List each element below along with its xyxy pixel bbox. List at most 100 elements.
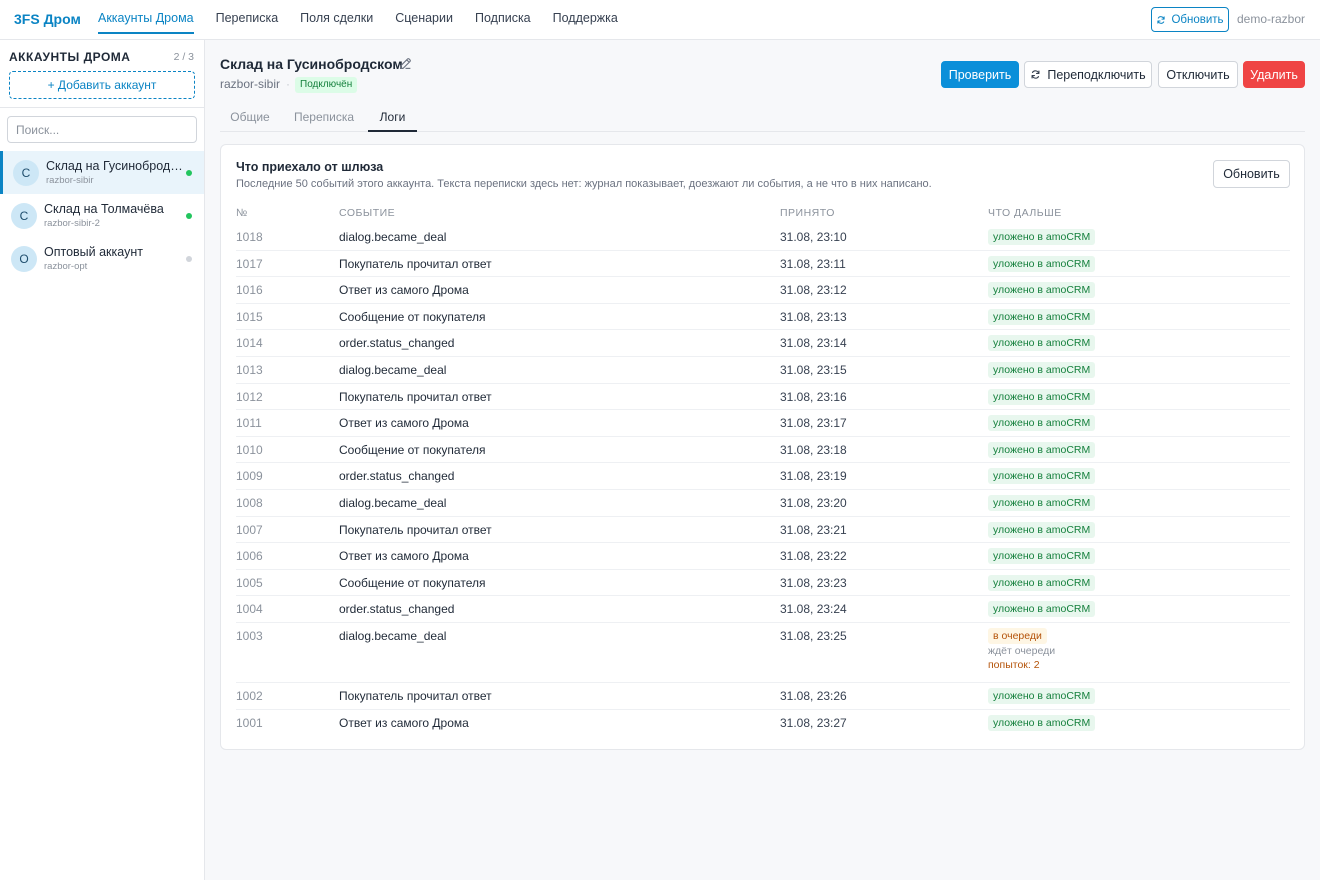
logs-table-header: № Событие Принято Что дальше [236, 207, 1290, 223]
event-id: 1005 [236, 575, 263, 590]
event-name: order.status_changed [339, 602, 455, 617]
table-row: 1012 Покупатель прочитал ответ 31.08, 23:1… [236, 384, 1290, 411]
nav-support[interactable]: Поддержка [553, 0, 618, 40]
event-next-step: уложено в amoCRM [988, 281, 1096, 299]
top-nav: Аккаунты Дрома Переписка Поля сделки Сце… [98, 0, 640, 40]
reconnect-button[interactable]: Переподключить [1024, 61, 1152, 88]
tab-general[interactable]: Общие [220, 104, 280, 132]
check-button[interactable]: Проверить [941, 61, 1019, 88]
event-time: 31.08, 23:12 [780, 283, 847, 298]
status-badge: уложено в amoCRM [988, 601, 1096, 618]
event-next-step: уложено в amoCRM [988, 308, 1096, 325]
event-time: 31.08, 23:19 [780, 469, 847, 484]
status-badge: уложено в amoCRM [988, 574, 1096, 591]
event-id: 1012 [236, 389, 263, 404]
event-time: 31.08, 23:24 [780, 602, 847, 617]
account-name: Склад на Толмачёва [44, 202, 164, 216]
event-id: 1010 [236, 442, 263, 457]
connection-status-badge: Подключён [295, 77, 358, 93]
account-item[interactable]: С Склад на Гусинобродском razbor-sibir [0, 151, 204, 194]
table-row: 1015 Сообщение от покупателя 31.08, 23:13 у… [236, 304, 1290, 331]
event-time: 31.08, 23:22 [780, 549, 847, 564]
avatar: С [13, 160, 39, 186]
status-badge: в очереди [988, 627, 1047, 644]
event-id: 1014 [236, 336, 263, 351]
top-refresh-button[interactable]: Обновить [1151, 7, 1229, 32]
table-row: 1010 Сообщение от покупателя 31.08, 23:18 у… [236, 437, 1290, 464]
status-badge: уложено в amoCRM [988, 494, 1096, 511]
event-name: Покупатель прочитал ответ [339, 389, 492, 404]
nav-subscription[interactable]: Подписка [475, 0, 531, 40]
event-name: order.status_changed [339, 336, 455, 351]
event-name: Ответ из самого Дрома [339, 283, 469, 298]
table-row: 1008 dialog.became_deal 31.08, 23:20 уложен… [236, 490, 1290, 517]
event-id: 1009 [236, 469, 263, 484]
account-item[interactable]: О Оптовый аккаунт razbor-opt [0, 237, 204, 280]
logs-subtitle: Последние 50 событий этого аккаунта. Тек… [236, 178, 932, 190]
table-row: 1009 order.status_changed 31.08, 23:19 улож… [236, 463, 1290, 490]
status-badge: уложено в amoCRM [988, 308, 1096, 325]
account-search-input[interactable] [7, 116, 197, 143]
retry-count: попыток: 2 [988, 658, 1040, 671]
event-time: 31.08, 23:10 [780, 230, 847, 244]
accounts-list: С Склад на Гусинобродском razbor-sibir С… [0, 151, 204, 280]
event-next-step: уложено в amoCRM [988, 334, 1096, 352]
edit-icon[interactable] [399, 57, 412, 70]
event-time: 31.08, 23:16 [780, 389, 847, 404]
event-time: 31.08, 23:20 [780, 495, 847, 510]
header-separator: · [286, 77, 290, 91]
tab-chats[interactable]: Переписка [288, 104, 360, 132]
column-header-event: Событие [339, 207, 396, 219]
event-name: dialog.became_deal [339, 362, 447, 377]
account-login: razbor-sibir [46, 175, 94, 186]
status-badge: уложено в amoCRM [988, 468, 1096, 485]
event-time: 31.08, 23:18 [780, 442, 847, 457]
event-id: 1002 [236, 688, 263, 703]
event-id: 1001 [236, 715, 263, 730]
table-row: 1018 dialog.became_deal 31.08, 23:10 уложен… [236, 224, 1290, 251]
event-next-step: уложено в amoCRM [988, 494, 1096, 511]
event-time: 31.08, 23:13 [780, 309, 847, 324]
status-badge: уложено в amoCRM [988, 282, 1096, 299]
status-badge: уложено в amoCRM [988, 388, 1096, 405]
nav-scenarios[interactable]: Сценарии [395, 0, 453, 40]
accounts-sidebar: АККАУНТЫ ДРОМА 2 / 3 + Добавить аккаунт … [0, 40, 205, 880]
event-name: Ответ из самого Дрома [339, 549, 469, 564]
event-id: 1006 [236, 549, 263, 564]
event-next-step: уложено в amoCRM [988, 714, 1096, 731]
logs-refresh-button[interactable]: Обновить [1213, 160, 1290, 188]
nav-deal-fields[interactable]: Поля сделки [300, 0, 373, 40]
status-badge: уложено в amoCRM [988, 441, 1096, 458]
add-account-button[interactable]: + Добавить аккаунт [9, 71, 195, 99]
table-row: 1004 order.status_changed 31.08, 23:24 улож… [236, 596, 1290, 623]
status-badge: уложено в amoCRM [988, 521, 1096, 538]
table-row: 1007 Покупатель прочитал ответ 31.08, 23:2… [236, 517, 1290, 544]
refresh-icon [1031, 70, 1040, 79]
event-id: 1016 [236, 283, 263, 298]
account-item[interactable]: С Склад на Толмачёва razbor-sibir-2 [0, 194, 204, 237]
event-name: Покупатель прочитал ответ [339, 522, 492, 537]
event-next-step: уложено в amoCRM [988, 388, 1096, 405]
nav-chats[interactable]: Переписка [216, 0, 279, 40]
event-time: 31.08, 23:11 [780, 256, 846, 271]
event-time: 31.08, 23:15 [780, 362, 847, 377]
top-refresh-label: Обновить [1171, 13, 1224, 26]
account-title: Склад на Гусинобродском [220, 56, 403, 72]
table-row: 1003 dialog.became_deal 31.08, 23:25 в очер… [236, 623, 1290, 683]
event-next-step: уложено в amoCRM [988, 467, 1096, 485]
current-user[interactable]: demo-razbor [1237, 12, 1305, 26]
column-header-next: Что дальше [988, 207, 1062, 219]
event-name: Покупатель прочитал ответ [339, 256, 492, 271]
delete-button[interactable]: Удалить [1243, 61, 1305, 88]
event-time: 31.08, 23:27 [780, 715, 847, 730]
table-row: 1005 Сообщение от покупателя 31.08, 23:23 у… [236, 570, 1290, 597]
event-next-step: уложено в amoCRM [988, 361, 1096, 378]
event-id: 1004 [236, 602, 263, 617]
tab-logs[interactable]: Логи [368, 104, 417, 132]
nav-accounts[interactable]: Аккаунты Дрома [98, 0, 194, 40]
disconnect-button[interactable]: Отключить [1158, 61, 1238, 88]
event-id: 1018 [236, 230, 263, 244]
app-logo[interactable]: 3FS Дром [14, 11, 81, 27]
column-header-id: № [236, 207, 248, 219]
account-login: razbor-sibir [220, 77, 281, 91]
